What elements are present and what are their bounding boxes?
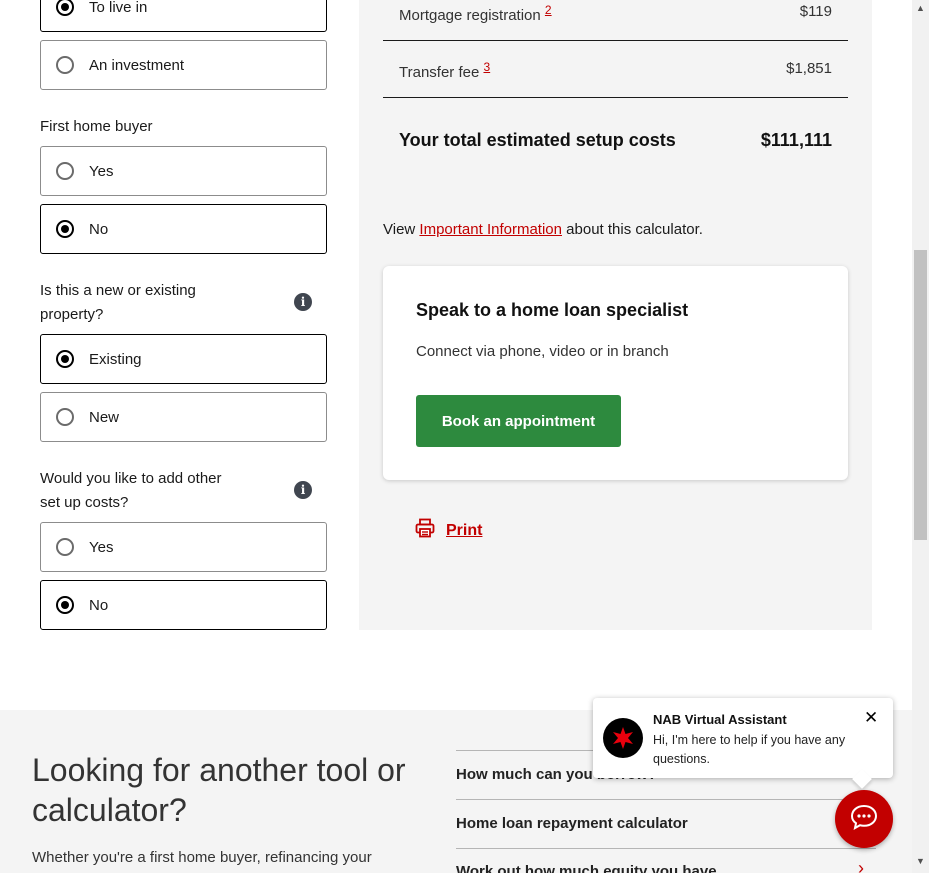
radio-label: Yes [89,538,114,556]
radio-button [56,408,74,426]
radio-label: Existing [89,350,142,368]
divider [383,40,848,41]
radio-label: To live in [89,0,148,16]
virtual-assistant-popup: NAB Virtual Assistant Hi, I'm here to he… [593,698,893,778]
tools-title: Looking for another tool or calculator? [32,752,406,828]
cost-label: Transfer fee [399,64,480,81]
property-type-label: Is this a new or existing property? [40,282,196,323]
cost-value: $119 [799,3,832,20]
other-costs-label: Would you like to add other set up costs… [40,470,222,511]
specialist-card: Speak to a home loan specialist Connect … [383,266,848,480]
first-home-buyer-label: First home buyer [40,118,153,135]
scrollbar-thumb[interactable] [914,250,927,540]
chat-bubble-icon [849,802,879,837]
radio-button [56,596,74,614]
print-label: Print [446,521,483,539]
total-label: Your total estimated setup costs [399,130,676,150]
scroll-down-arrow-icon[interactable]: ▼ [912,856,929,870]
tool-link-repayment[interactable]: Home loan repayment calculator [456,815,688,832]
radio-button [56,220,74,238]
important-info-text: View Important Information about this ca… [383,221,703,238]
info-icon[interactable]: i [294,481,312,499]
radio-option-first-home-no[interactable]: No [40,204,327,254]
radio-label: Yes [89,162,114,180]
info-prefix: View [383,221,416,238]
tools-description: Whether you're a first home buyer, refin… [32,849,372,866]
specialist-title: Speak to a home loan specialist [416,300,689,320]
divider [383,97,848,98]
chevron-right-icon: › [858,858,864,873]
radio-option-new[interactable]: New [40,392,327,442]
radio-button [56,350,74,368]
radio-label: No [89,220,109,238]
close-icon[interactable]: ✕ [864,708,878,728]
radio-button [56,162,74,180]
info-icon[interactable]: i [294,293,312,311]
radio-option-first-home-yes[interactable]: Yes [40,146,327,196]
chat-button[interactable] [835,790,893,848]
print-link[interactable]: Print [415,518,482,543]
radio-option-investment[interactable]: An investment [40,40,327,90]
radio-option-other-costs-yes[interactable]: Yes [40,522,327,572]
assistant-name: NAB Virtual Assistant [653,712,787,727]
divider [456,848,876,849]
footnote-link[interactable]: 3 [483,60,490,74]
book-appointment-button[interactable]: Book an appointment [416,395,621,447]
tool-link-equity[interactable]: Work out how much equity you have [456,863,717,873]
radio-button [56,56,74,74]
total-value: $111,111 [760,130,832,150]
radio-option-existing[interactable]: Existing [40,334,327,384]
radio-option-other-costs-no[interactable]: No [40,580,327,630]
radio-label: An investment [89,56,185,74]
divider [456,799,876,800]
radio-label: New [89,408,120,426]
specialist-subtitle: Connect via phone, video or in branch [416,343,669,360]
radio-option-to-live-in[interactable]: To live in [40,0,327,32]
footnote-link[interactable]: 2 [545,3,552,17]
assistant-message: Hi, I'm here to help if you have any que… [653,733,846,766]
cost-label: Mortgage registration [399,7,541,24]
important-information-link[interactable]: Important Information [419,221,562,238]
scroll-up-arrow-icon[interactable]: ▲ [912,3,929,17]
radio-label: No [89,596,109,614]
radio-button [56,0,74,16]
info-suffix: about this calculator. [566,221,703,238]
cost-value: $1,851 [786,60,832,77]
printer-icon [415,518,435,543]
nab-star-icon [603,718,643,758]
radio-button [56,538,74,556]
